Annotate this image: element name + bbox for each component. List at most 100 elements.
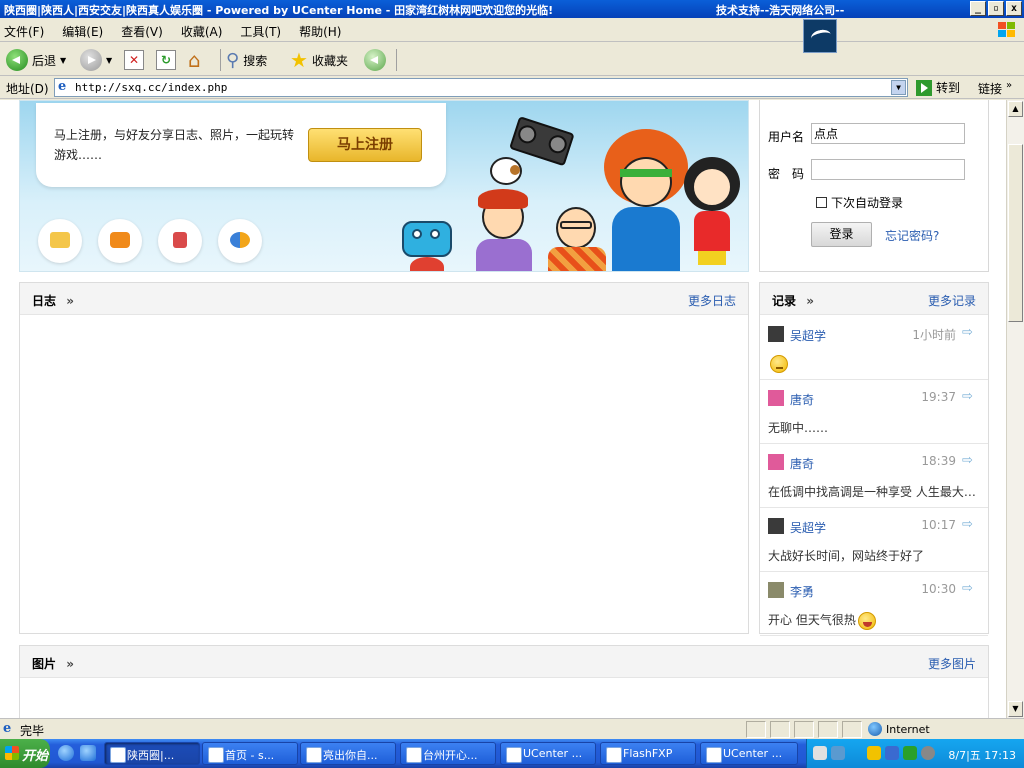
forward-arrow-icon <box>80 49 102 71</box>
task-item[interactable]: FlashFXP <box>600 742 696 765</box>
forward-dropdown-icon[interactable]: ▼ <box>106 56 112 65</box>
record-item: 唐奇 18:39 ⇨ 在低调中找高调是一种享受 人生最大的... <box>760 444 988 508</box>
share-icon[interactable]: ⇨ <box>962 326 978 340</box>
task-item[interactable]: 首页 - s... <box>202 742 298 765</box>
menu-view[interactable]: 查看(V) <box>121 23 163 40</box>
search-button[interactable]: ⚲ 搜索 <box>226 47 267 73</box>
history-icon <box>364 49 386 71</box>
record-author[interactable]: 吴超学 <box>790 519 826 536</box>
avatar[interactable] <box>768 518 784 534</box>
keyboard-tray-icon[interactable] <box>813 746 827 760</box>
record-time: 10:17 <box>921 518 956 532</box>
photo-title[interactable]: 图片 <box>32 655 74 672</box>
scroll-down-icon[interactable]: ▼ <box>1008 701 1023 717</box>
scroll-thumb[interactable] <box>1008 144 1023 322</box>
links-chevron-icon[interactable]: » <box>1006 80 1012 91</box>
more-blogs-link[interactable]: 更多日志 <box>688 292 736 309</box>
task-item[interactable]: 陕西圈|... <box>104 742 200 765</box>
record-item: 吴超学 1小时前 ⇨ <box>760 316 988 380</box>
username-input[interactable] <box>811 123 965 144</box>
record-author[interactable]: 李勇 <box>790 583 814 600</box>
back-dropdown-icon[interactable]: ▼ <box>60 56 66 65</box>
menu-file[interactable]: 文件(F) <box>4 23 44 40</box>
card-game-icon[interactable] <box>158 219 202 263</box>
favorites-button[interactable]: ★ 收藏夹 <box>290 47 348 73</box>
window-title: 陕西圈|陕西人|西安交友|陕西真人娱乐圈 - Powered by UCente… <box>4 4 554 17</box>
record-text: 大战好长时间，网站终于好了 <box>768 547 980 564</box>
login-button[interactable]: 登录 <box>811 222 872 247</box>
record-text: 开心 但天气很热 <box>768 611 980 630</box>
register-button[interactable]: 马上注册 <box>308 128 422 162</box>
start-button[interactable]: 开始 <box>0 739 50 768</box>
password-input[interactable] <box>811 159 965 180</box>
record-time: 19:37 <box>921 390 956 404</box>
avatar[interactable] <box>768 454 784 470</box>
photo-panel: 图片 更多图片 <box>19 645 989 718</box>
star-icon: ★ <box>290 48 308 72</box>
system-tray: 8/7|五 17:13 <box>806 739 1024 768</box>
boy-figure <box>472 181 536 271</box>
back-button[interactable]: 后退 ▼ <box>6 47 66 73</box>
remember-me-checkbox[interactable]: 下次自动登录 <box>816 194 903 211</box>
links-button[interactable]: 链接 <box>978 80 1002 97</box>
records-title[interactable]: 记录 <box>772 292 814 309</box>
share-icon[interactable]: ⇨ <box>962 582 978 596</box>
forward-button[interactable]: ▼ <box>80 47 112 73</box>
blog-icon[interactable] <box>38 219 82 263</box>
task-item[interactable]: 台州开心... <box>400 742 496 765</box>
network-tray-icon[interactable] <box>885 746 899 760</box>
more-photos-link[interactable]: 更多图片 <box>928 655 976 672</box>
task-item[interactable]: UCenter ... <box>700 742 798 765</box>
volume-tray-icon[interactable] <box>921 746 935 760</box>
address-input[interactable]: http://sxq.cc/index.php ▼ <box>54 78 908 97</box>
stop-button[interactable]: ✕ <box>124 47 144 73</box>
address-label: 地址(D) <box>6 82 49 96</box>
ie-quicklaunch-icon[interactable] <box>58 745 74 761</box>
history-button[interactable] <box>364 47 386 73</box>
go-button[interactable]: 转到 <box>916 79 960 96</box>
task-item[interactable]: UCenter ... <box>500 742 596 765</box>
star-tray-icon[interactable] <box>867 746 881 760</box>
vertical-scrollbar[interactable]: ▲ ▼ <box>1006 100 1024 718</box>
camera-icon[interactable] <box>98 219 142 263</box>
task-item[interactable]: 亮出你自... <box>300 742 396 765</box>
menu-edit[interactable]: 编辑(E) <box>62 23 103 40</box>
record-author[interactable]: 吴超学 <box>790 327 826 344</box>
record-author[interactable]: 唐奇 <box>790 391 814 408</box>
checkbox-box[interactable] <box>816 197 827 208</box>
more-records-link[interactable]: 更多记录 <box>928 292 976 309</box>
home-button[interactable]: ⌂ <box>188 47 201 73</box>
share-icon[interactable]: ⇨ <box>962 454 978 468</box>
maximize-button[interactable]: ▫ <box>988 1 1004 16</box>
address-url: http://sxq.cc/index.php <box>75 81 228 94</box>
bird-tray-icon[interactable] <box>831 746 845 760</box>
menu-help[interactable]: 帮助(H) <box>299 23 341 40</box>
laughing-emoji-icon <box>857 611 876 630</box>
share-icon[interactable]: ⇨ <box>962 518 978 532</box>
menu-favorites[interactable]: 收藏(A) <box>181 23 223 40</box>
desktop-quicklaunch-icon[interactable] <box>80 745 96 761</box>
share-icon[interactable]: ⇨ <box>962 390 978 404</box>
refresh-button[interactable]: ↻ <box>156 47 176 73</box>
minimize-button[interactable]: _ <box>970 1 986 16</box>
security-tray-icon[interactable] <box>903 746 917 760</box>
avatar[interactable] <box>768 582 784 598</box>
scroll-up-icon[interactable]: ▲ <box>1008 101 1023 117</box>
favorites-label: 收藏夹 <box>311 53 348 68</box>
menu-tools[interactable]: 工具(T) <box>240 23 281 40</box>
records-panel: 记录 更多记录 吴超学 1小时前 ⇨ 唐奇 19:37 ⇨ 无聊中…… 唐奇 18:39 ⇨ 在低调… <box>759 282 989 636</box>
blog-title[interactable]: 日志 <box>32 292 74 309</box>
brand-logo-icon <box>803 19 837 53</box>
close-button[interactable]: x <box>1006 1 1022 16</box>
address-dropdown-icon[interactable]: ▼ <box>891 80 906 95</box>
friends-icon[interactable] <box>218 219 262 263</box>
avatar[interactable] <box>768 326 784 342</box>
record-text-content: 无聊中…… <box>768 421 829 435</box>
speech-bubble: 马上注册，与好友分享日志、照片，一起玩转游戏…… 马上注册 <box>36 103 446 187</box>
record-author[interactable]: 唐奇 <box>790 455 814 472</box>
avatar[interactable] <box>768 390 784 406</box>
forgot-password-link[interactable]: 忘记密码? <box>885 227 939 244</box>
window-titlebar[interactable]: 陕西圈|陕西人|西安交友|陕西真人娱乐圈 - Powered by UCente… <box>0 0 1024 18</box>
dog-figure <box>486 153 526 187</box>
internet-globe-icon <box>868 722 882 736</box>
